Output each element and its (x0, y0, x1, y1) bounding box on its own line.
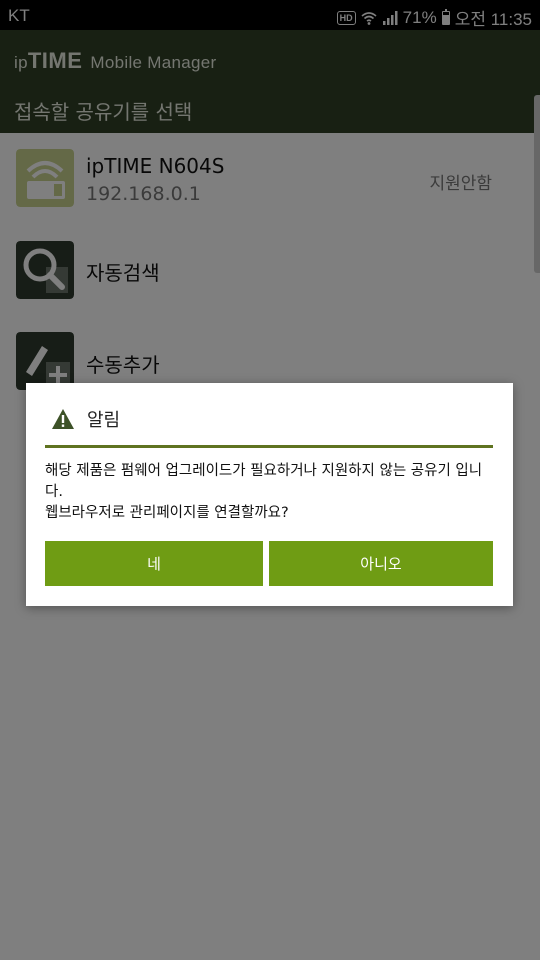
dialog-divider (45, 445, 493, 448)
dialog-title: 알림 (87, 410, 121, 431)
dialog-message-line-2: 웹브라우저로 관리페이지를 연결할까요? (45, 505, 289, 521)
dialog-message-line-1: 해당 제품은 펌웨어 업그레이드가 필요하거나 지원하지 않는 공유기 입니다. (45, 463, 483, 500)
notice-dialog: 알림 해당 제품은 펌웨어 업그레이드가 필요하거나 지원하지 않는 공유기 입… (26, 383, 513, 606)
no-button[interactable]: 아니오 (269, 541, 493, 586)
dialog-message: 해당 제품은 펌웨어 업그레이드가 필요하거나 지원하지 않는 공유기 입니다.… (45, 461, 497, 524)
warning-icon (52, 409, 74, 429)
yes-button[interactable]: 네 (45, 541, 263, 586)
dialog-header: 알림 (51, 405, 120, 433)
